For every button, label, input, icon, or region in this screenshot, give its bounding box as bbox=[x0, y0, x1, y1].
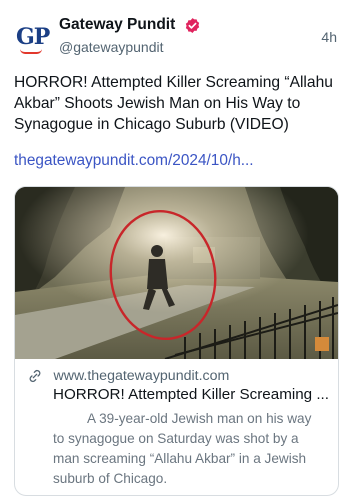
link-preview-card[interactable]: www.thegatewaypundit.com HORROR! Attempt… bbox=[14, 186, 339, 496]
post-text: HORROR! Attempted Killer Screaming “Alla… bbox=[14, 74, 333, 133]
card-domain: www.thegatewaypundit.com bbox=[53, 367, 230, 384]
post-timestamp[interactable]: 4h bbox=[321, 29, 337, 45]
avatar-swoosh bbox=[20, 49, 42, 54]
avatar[interactable]: GP bbox=[14, 22, 50, 56]
post-header: GP Gateway Pundit @gatewaypundit 4h bbox=[14, 16, 339, 60]
author-handle[interactable]: @gatewaypundit bbox=[59, 39, 164, 55]
verified-badge-icon bbox=[185, 17, 199, 33]
link-icon bbox=[29, 369, 41, 382]
card-domain-row: www.thegatewaypundit.com bbox=[27, 367, 229, 385]
avatar-logo-text: GP bbox=[16, 24, 50, 50]
author-name[interactable]: Gateway Pundit bbox=[59, 16, 175, 34]
post-link[interactable]: thegatewaypundit.com/2024/10/h... bbox=[14, 152, 254, 170]
author-name-row: Gateway Pundit bbox=[59, 16, 201, 34]
card-description: A 39-year-old Jewish man on his way to s… bbox=[53, 411, 312, 486]
card-thumbnail-image[interactable] bbox=[15, 187, 338, 359]
card-title[interactable]: HORROR! Attempted Killer Screaming ... bbox=[53, 386, 333, 403]
post[interactable]: GP Gateway Pundit @gatewaypundit 4h HORR… bbox=[0, 0, 353, 500]
